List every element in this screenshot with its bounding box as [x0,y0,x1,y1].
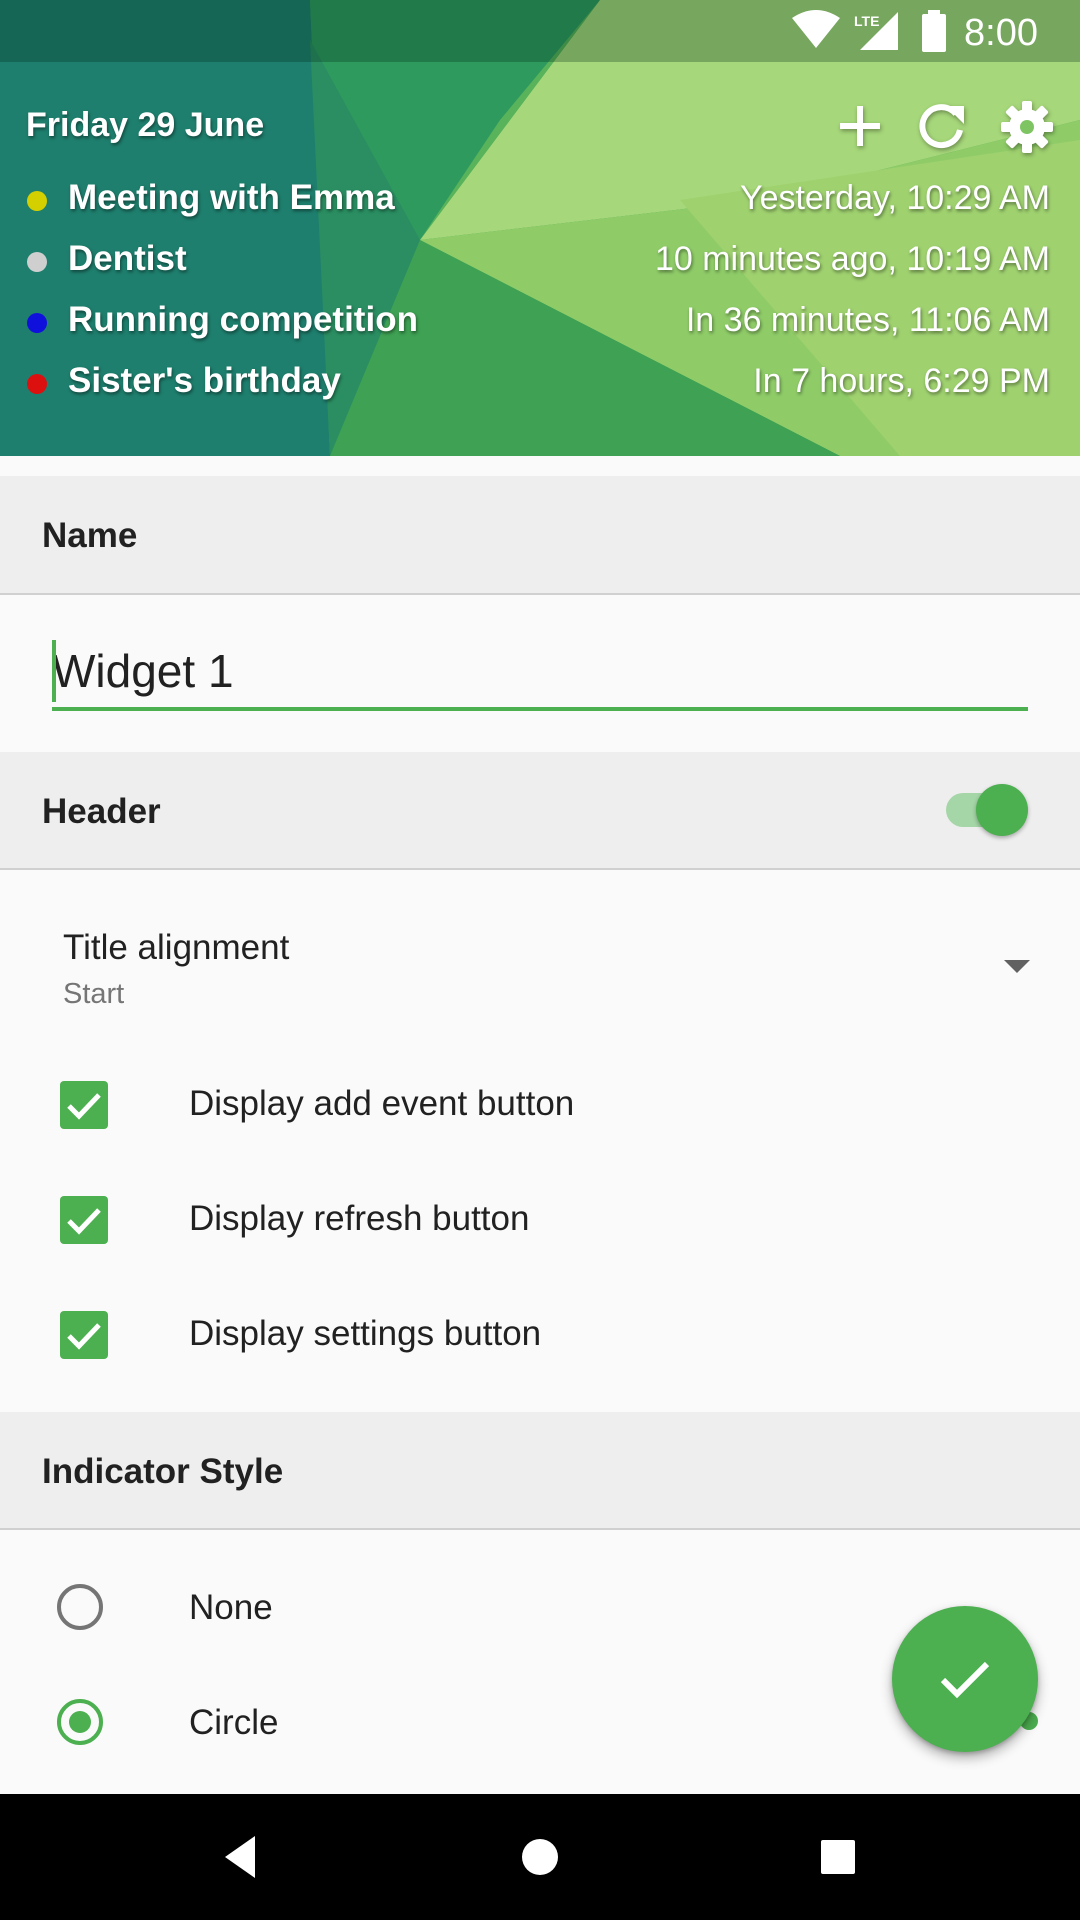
home-icon [522,1839,558,1875]
recents-icon [821,1840,855,1874]
header-toggle[interactable] [944,782,1030,838]
battery-icon [922,10,946,57]
check-icon [67,1093,101,1120]
text-cursor [52,640,56,702]
radio-circle[interactable] [57,1699,103,1745]
plus-icon [840,106,880,146]
event-item[interactable]: Meeting with Emma Yesterday, 10:29 AM [0,170,1080,231]
checkbox-label: Display refresh button [189,1199,530,1238]
event-time: In 7 hours, 6:29 PM [753,362,1050,400]
preview-divider [0,456,1080,476]
event-title: Sister's birthday [68,361,341,400]
header-section-header[interactable]: Header [0,752,1080,870]
dropdown-arrow-icon[interactable] [1004,960,1030,973]
event-item[interactable]: Sister's birthday In 7 hours, 6:29 PM [0,353,1080,414]
status-bar: LTE 8:00 [0,0,1080,62]
event-color-dot [27,374,47,394]
home-button[interactable] [507,1824,573,1890]
radio-label: None [189,1588,273,1627]
checkbox-row-refresh[interactable]: Display refresh button [0,1163,1080,1278]
event-color-dot [27,252,47,272]
add-event-checkbox[interactable] [60,1081,108,1129]
check-icon [67,1323,101,1350]
back-button[interactable] [207,1824,273,1890]
event-title: Dentist [68,239,187,278]
radio-label: Circle [189,1703,279,1742]
checkbox-label: Display settings button [189,1314,542,1353]
input-underline [52,707,1028,711]
event-list: Meeting with Emma Yesterday, 10:29 AM De… [0,170,1080,440]
refresh-button[interactable] [916,100,968,152]
toggle-thumb [976,784,1028,836]
check-icon [67,1208,101,1235]
navigation-bar [0,1794,1080,1920]
refresh-checkbox[interactable] [60,1196,108,1244]
add-event-button[interactable] [834,100,886,152]
section-label: Name [42,516,138,555]
indicator-style-section-header: Indicator Style [0,1412,1080,1530]
title-alignment-value: Start [63,978,125,1010]
settings-checkbox[interactable] [60,1311,108,1359]
event-item[interactable]: Dentist 10 minutes ago, 10:19 AM [0,231,1080,292]
event-item[interactable]: Running competition In 36 minutes, 11:06… [0,292,1080,353]
network-type-label: LTE [854,13,879,29]
status-time: 8:00 [964,12,1038,54]
settings-button[interactable] [1000,100,1053,153]
checkbox-label: Display add event button [189,1084,575,1123]
recents-button[interactable] [805,1824,871,1890]
gear-icon [1001,101,1053,153]
radio-none[interactable] [57,1584,103,1630]
widget-name-field[interactable] [52,636,1028,714]
cellular-signal-icon: LTE [852,10,900,57]
event-color-dot [27,191,47,211]
widget-preview: LTE 8:00 Friday 29 June Meeting with Emm… [0,0,1080,456]
title-alignment-label: Title alignment [63,928,290,967]
check-icon [940,1661,990,1699]
section-label: Header [42,792,161,831]
widget-name-input[interactable] [52,636,1028,706]
event-time: Yesterday, 10:29 AM [740,179,1050,217]
name-section-header: Name [0,476,1080,595]
back-icon [225,1836,255,1878]
widget-date: Friday 29 June [26,106,265,144]
section-label: Indicator Style [42,1452,284,1491]
event-color-dot [27,313,47,333]
refresh-icon [919,104,964,149]
event-time: In 36 minutes, 11:06 AM [685,301,1050,339]
event-title: Running competition [68,300,418,339]
event-time: 10 minutes ago, 10:19 AM [654,240,1050,278]
wifi-icon [792,10,840,55]
checkbox-row-settings[interactable]: Display settings button [0,1278,1080,1393]
checkbox-row-add-event[interactable]: Display add event button [0,1048,1080,1163]
confirm-fab-button[interactable] [892,1606,1038,1752]
event-title: Meeting with Emma [68,178,395,217]
